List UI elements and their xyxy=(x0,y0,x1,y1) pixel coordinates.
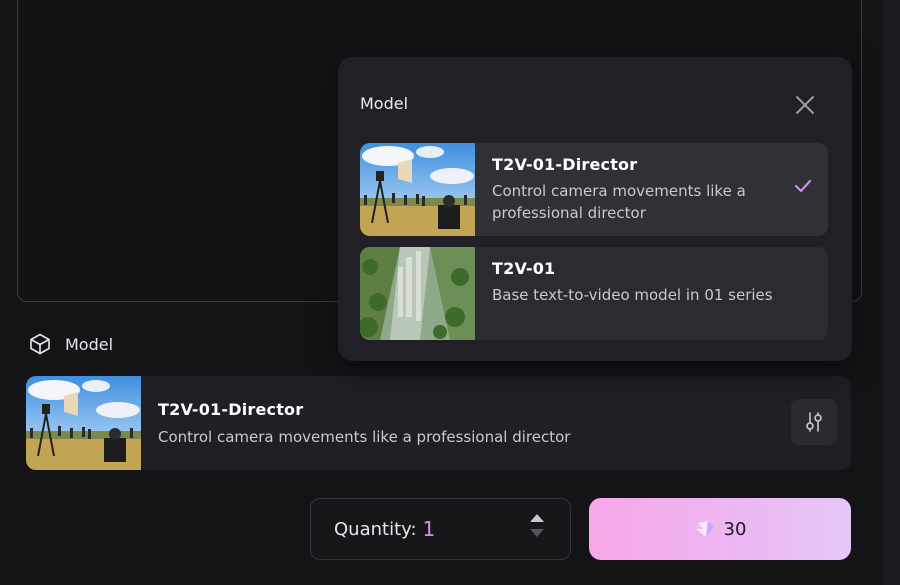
model-thumbnail-director xyxy=(360,143,475,236)
model-select-popup: Model T2V-01-Director Control camera mov… xyxy=(338,57,852,361)
model-option-info: T2V-01-Director Control camera movements… xyxy=(475,143,828,236)
quantity-stepper[interactable]: Quantity: 1 xyxy=(310,498,571,560)
scroll-rail xyxy=(882,0,900,585)
credit-gem-icon xyxy=(695,521,714,537)
chevron-up-icon[interactable] xyxy=(530,514,544,522)
model-option-name: T2V-01-Director xyxy=(492,155,638,174)
model-section-header: Model xyxy=(28,332,113,356)
model-thumbnail-base xyxy=(360,247,475,340)
model-option-base[interactable]: T2V-01 Base text-to-video model in 01 se… xyxy=(360,247,828,340)
model-option-director[interactable]: T2V-01-Director Control camera movements… xyxy=(360,143,828,236)
selected-model-description: Control camera movements like a professi… xyxy=(158,428,571,446)
popup-title: Model xyxy=(360,94,409,113)
model-option-name: T2V-01 xyxy=(492,259,556,278)
chevron-down-icon[interactable] xyxy=(530,529,544,537)
settings-sliders-icon xyxy=(806,412,822,432)
quantity-arrows xyxy=(530,514,544,537)
selected-model-info: T2V-01-Director Control camera movements… xyxy=(141,400,851,446)
quantity-label: Quantity: xyxy=(334,518,417,540)
model-settings-button[interactable] xyxy=(791,399,837,445)
selected-model-name: T2V-01-Director xyxy=(158,400,304,419)
model-thumbnail-director xyxy=(26,376,141,470)
cube-icon xyxy=(30,333,50,355)
generate-button[interactable]: 30 xyxy=(589,498,851,560)
model-option-description: Control camera movements like a professi… xyxy=(492,182,746,222)
model-option-info: T2V-01 Base text-to-video model in 01 se… xyxy=(475,247,828,340)
credit-cost: 30 xyxy=(723,518,747,540)
close-icon[interactable] xyxy=(794,94,816,116)
selected-model-card[interactable]: T2V-01-Director Control camera movements… xyxy=(26,376,851,470)
check-icon xyxy=(794,179,812,193)
quantity-value: 1 xyxy=(422,517,436,541)
model-option-description: Base text-to-video model in 01 series xyxy=(492,286,773,304)
model-section-label: Model xyxy=(65,334,114,354)
